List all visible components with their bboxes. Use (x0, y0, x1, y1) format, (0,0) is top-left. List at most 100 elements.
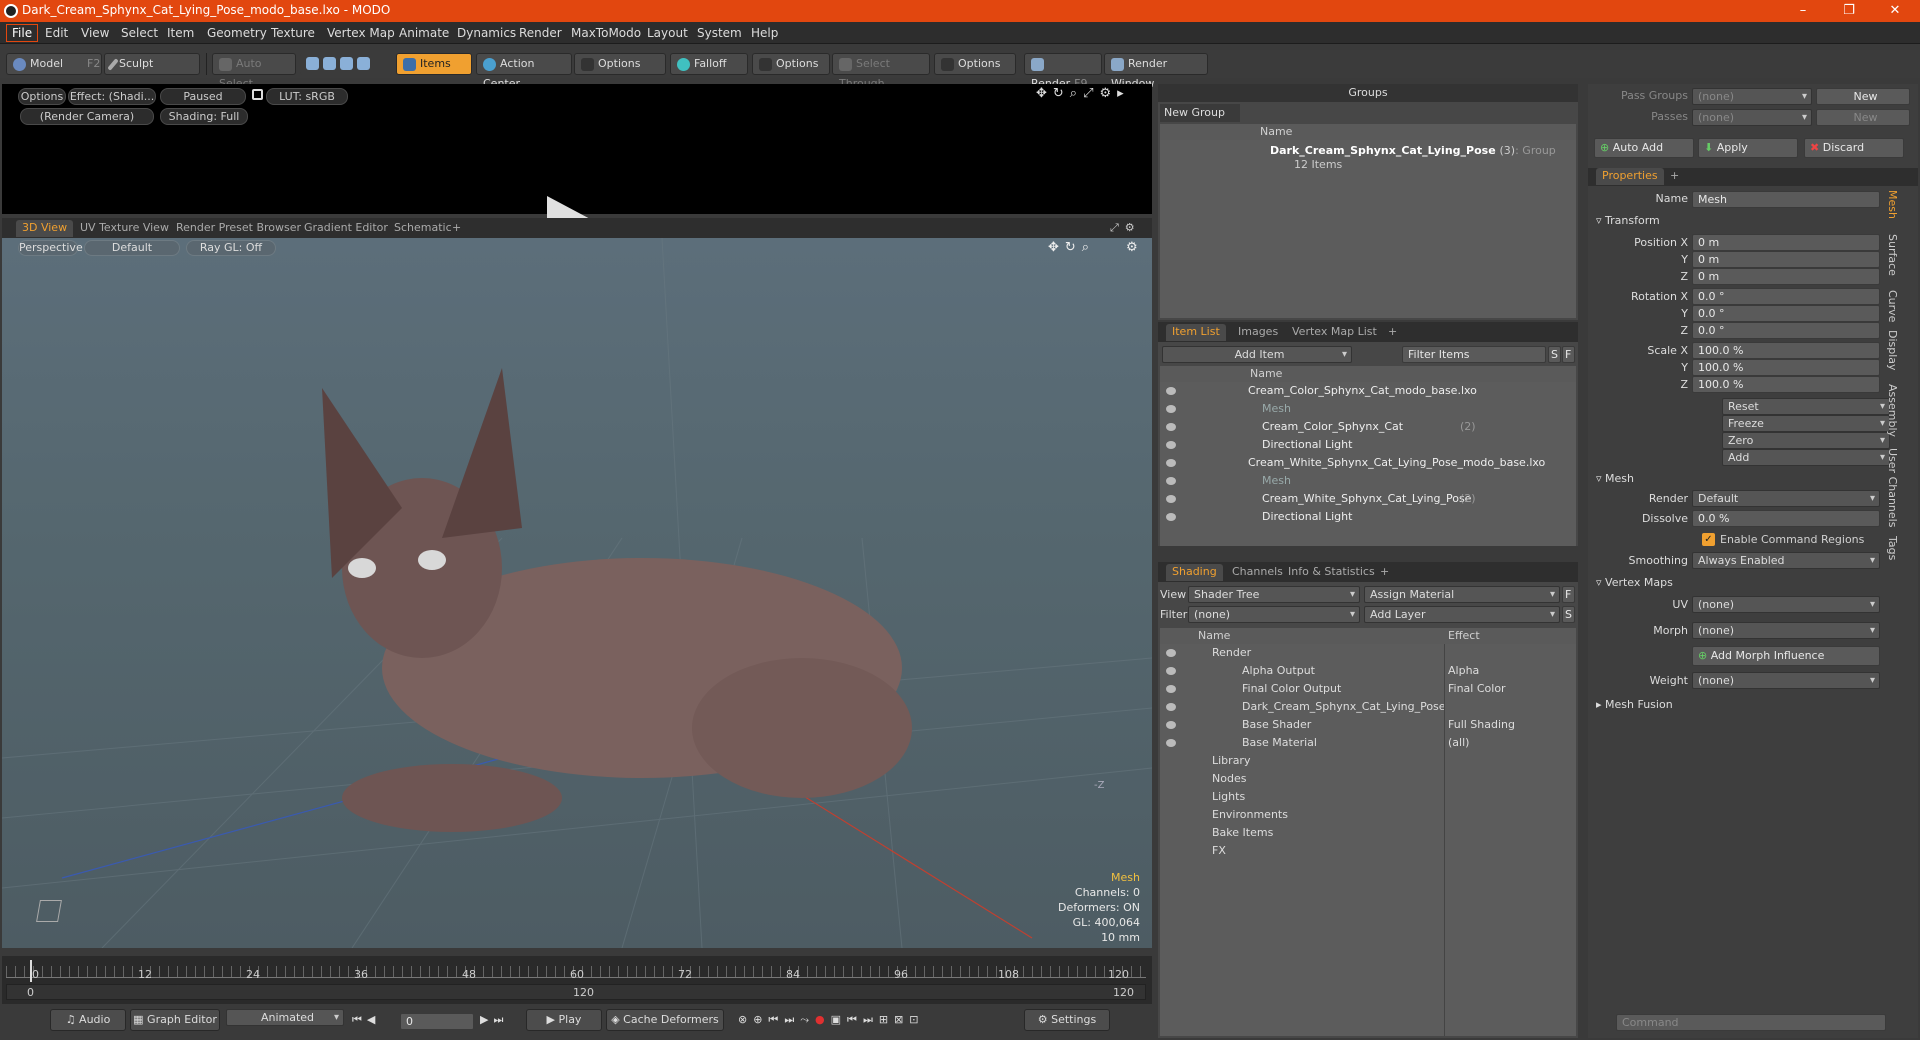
group-row[interactable]: Dark_Cream_Sphynx_Cat_Lying_Pose (3): Gr… (1270, 144, 1556, 157)
name-input[interactable]: Mesh (1692, 191, 1880, 208)
zero-dropdown[interactable]: Zero (1722, 432, 1890, 449)
visibility-eye-icon[interactable] (1166, 459, 1176, 467)
f-toggle[interactable]: F (1562, 586, 1575, 603)
menu-view[interactable]: View (76, 25, 114, 41)
menu-edit[interactable]: Edit (40, 25, 73, 41)
side-tab-display[interactable]: Display (1886, 330, 1899, 371)
add-tab-button[interactable]: + (446, 220, 467, 237)
add-tab-button[interactable]: + (1382, 324, 1403, 341)
mesh-fusion-section[interactable]: ▸ Mesh Fusion (1596, 698, 1673, 711)
cache-deformers-button[interactable]: ◈ Cache Deformers (606, 1009, 724, 1031)
options-button-3[interactable]: Options (934, 53, 1016, 75)
perspective-dropdown[interactable]: Perspective (18, 240, 83, 256)
range-bar[interactable]: 0 120 120 (6, 984, 1146, 1000)
viewport-gear-icon[interactable]: ⚙ (1126, 240, 1138, 255)
new-pass-button[interactable]: New (1816, 109, 1910, 126)
list-item[interactable]: Cream_Color_Sphynx_Cat_modo_base.lxo (1160, 382, 1576, 400)
shader-row[interactable]: Final Color Output Final Color (1160, 680, 1576, 698)
materials-icon[interactable] (357, 56, 370, 70)
visibility-eye-icon[interactable] (1166, 513, 1176, 521)
list-item[interactable]: Mesh (1160, 472, 1576, 490)
view-dropdown[interactable]: Shader Tree (1188, 586, 1360, 603)
edges-icon[interactable] (323, 56, 336, 70)
shader-row[interactable]: Nodes (1160, 770, 1576, 788)
frame-forward-icons[interactable]: ▶⏭ (480, 1013, 508, 1027)
list-item[interactable]: Cream_White_Sphynx_Cat_Lying_Pose_modo_b… (1160, 454, 1576, 472)
shading-dropdown[interactable]: Shading: Full (160, 108, 248, 125)
morph-dropdown[interactable]: (none) (1692, 622, 1880, 639)
playhead[interactable] (30, 960, 32, 982)
frame-input[interactable]: 0 (400, 1013, 474, 1030)
rotation-z-input[interactable]: 0.0 ° (1692, 322, 1880, 339)
position-x-input[interactable]: 0 m (1692, 234, 1880, 251)
shader-row[interactable]: Lights (1160, 788, 1576, 806)
add-tab-button[interactable]: + (1664, 168, 1685, 185)
mesh-section[interactable]: ▿ Mesh (1596, 472, 1634, 485)
lut-dropdown[interactable]: LUT: sRGB (266, 88, 348, 105)
menu-animate[interactable]: Animate (394, 25, 454, 41)
preview-options-button[interactable]: Options (18, 88, 66, 105)
minimize-icon[interactable]: – (1780, 0, 1826, 22)
f-toggle[interactable]: F (1562, 346, 1575, 363)
vertex-maps-section[interactable]: ▿ Vertex Maps (1596, 576, 1673, 589)
auto-add-button[interactable]: ⊕ Auto Add (1594, 138, 1694, 158)
polygons-icon[interactable] (340, 56, 353, 70)
enable-command-regions-checkbox[interactable]: ✓ (1702, 533, 1715, 546)
menu-help[interactable]: Help (746, 25, 783, 41)
tab-shading[interactable]: Shading (1166, 564, 1223, 581)
side-tab-tags[interactable]: Tags (1886, 536, 1899, 560)
position-z-input[interactable]: 0 m (1692, 268, 1880, 285)
render-button[interactable]: RenderF9 (1024, 53, 1102, 90)
new-group-button[interactable]: New Group (1160, 104, 1240, 122)
visibility-eye-icon[interactable] (1166, 441, 1176, 449)
menu-maxtomodo[interactable]: MaxToModo (566, 25, 646, 41)
frame-back-icons[interactable]: ⏮◀ (352, 1013, 380, 1027)
tab-uv-texture-view[interactable]: UV Texture View (74, 220, 175, 237)
uv-dropdown[interactable]: (none) (1692, 596, 1880, 613)
s-toggle[interactable]: S (1548, 346, 1561, 363)
list-item[interactable]: Directional Light (1160, 436, 1576, 454)
visibility-eye-icon[interactable] (1166, 387, 1176, 395)
shader-row[interactable]: Render (1160, 644, 1576, 662)
audio-button[interactable]: ♫ Audio (50, 1009, 126, 1031)
s-toggle[interactable]: S (1562, 606, 1575, 623)
smoothing-dropdown[interactable]: Always Enabled (1692, 552, 1880, 569)
menu-system[interactable]: System (692, 25, 747, 41)
menu-file[interactable]: File (6, 24, 39, 42)
effect-dropdown[interactable]: Effect: (Shadi... (68, 88, 156, 105)
graph-editor-button[interactable]: ▦ Graph Editor (130, 1009, 220, 1031)
position-y-input[interactable]: 0 m (1692, 251, 1880, 268)
list-item[interactable]: Cream_Color_Sphynx_Cat (2) (1160, 418, 1576, 436)
play-button[interactable]: ▶ Play (526, 1009, 602, 1031)
menu-select[interactable]: Select (116, 25, 163, 41)
side-tab-surface[interactable]: Surface (1886, 234, 1899, 276)
visibility-eye-icon[interactable] (1166, 685, 1176, 693)
tab-properties[interactable]: Properties (1596, 168, 1664, 185)
add-item-dropdown[interactable]: Add Item (1162, 346, 1352, 363)
freeze-dropdown[interactable]: Freeze (1722, 415, 1890, 432)
tab-3d-view[interactable]: 3D View (16, 220, 74, 237)
shader-row[interactable]: Bake Items (1160, 824, 1576, 842)
passes-dropdown[interactable]: (none) (1692, 109, 1812, 126)
list-item[interactable]: Directional Light (1160, 508, 1576, 526)
visibility-eye-icon[interactable] (1166, 667, 1176, 675)
3d-viewport[interactable]: Perspective Default Ray GL: Off ✥↻⌕ ⚙ -Z… (2, 238, 1152, 948)
scale-y-input[interactable]: 100.0 % (1692, 359, 1880, 376)
menu-item[interactable]: Item (162, 25, 199, 41)
reset-dropdown[interactable]: Reset (1722, 398, 1890, 415)
visibility-eye-icon[interactable] (1166, 703, 1176, 711)
model-button[interactable]: Model F2 (6, 53, 102, 75)
shader-row[interactable]: Environments (1160, 806, 1576, 824)
options-button-2[interactable]: Options (752, 53, 830, 75)
key-icons[interactable]: ⊗⊕⏮⏭⤳●▣⏮⏭⊞⊠⊡ (738, 1013, 925, 1027)
shader-row[interactable]: Library (1160, 752, 1576, 770)
close-icon[interactable]: ✕ (1872, 0, 1918, 22)
select-through-button[interactable]: Select Through (832, 53, 930, 90)
add-dropdown[interactable]: Add (1722, 449, 1890, 466)
rotation-y-input[interactable]: 0.0 ° (1692, 305, 1880, 322)
default-dropdown[interactable]: Default (84, 240, 180, 256)
tab-images[interactable]: Images (1232, 324, 1284, 341)
tab-vertex-map-list[interactable]: Vertex Map List (1286, 324, 1383, 341)
weight-dropdown[interactable]: (none) (1692, 672, 1880, 689)
command-input[interactable]: Command (1616, 1014, 1886, 1031)
